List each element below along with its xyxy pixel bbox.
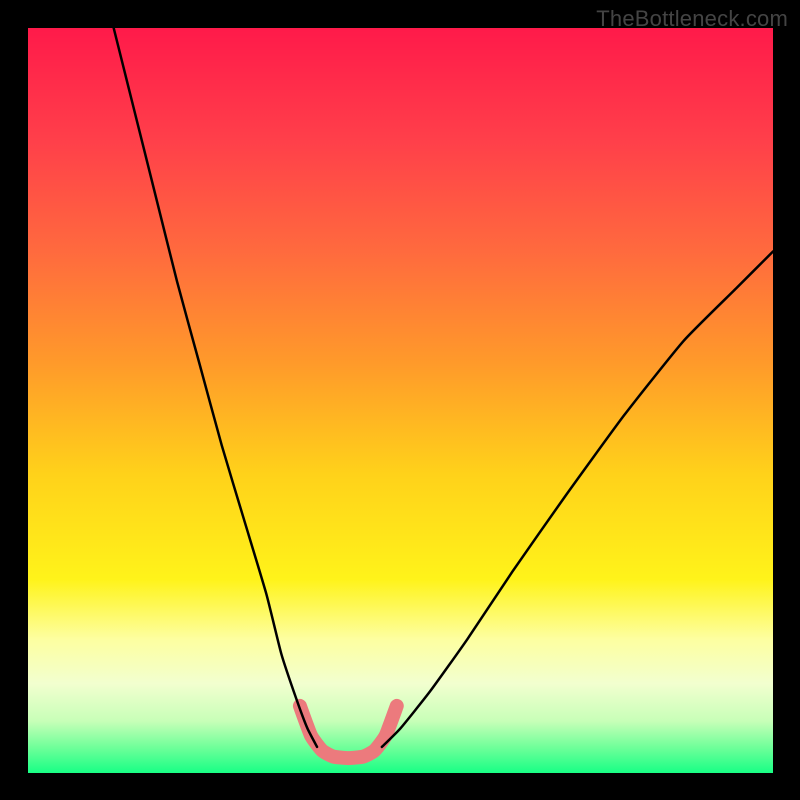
right-branch-curve (382, 252, 773, 747)
left-branch-curve (114, 28, 317, 747)
plot-area (28, 28, 773, 773)
curve-layer (28, 28, 773, 773)
bottom-band-curve (300, 706, 397, 758)
watermark-text: TheBottleneck.com (596, 6, 788, 32)
